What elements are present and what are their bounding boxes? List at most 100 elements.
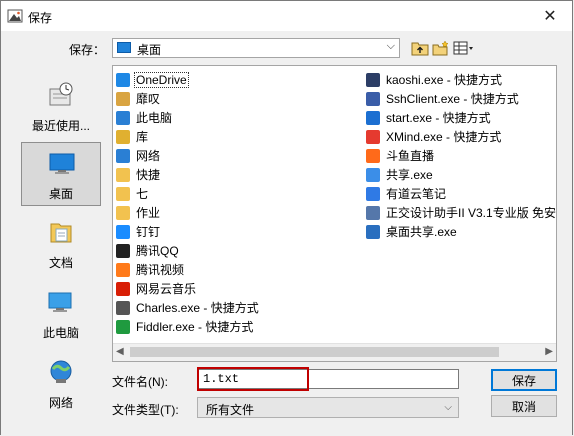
cancel-button[interactable]: 取消	[491, 395, 557, 417]
place-label: 桌面	[48, 187, 73, 201]
qq-icon	[116, 243, 130, 258]
window-title: 保存	[28, 11, 53, 25]
file-name: 网易云音乐	[136, 282, 197, 296]
scrollbar-thumb[interactable]	[130, 347, 499, 357]
place-label: 文档	[48, 256, 73, 270]
save-button[interactable]: 保存	[491, 369, 557, 391]
folder-icon	[116, 205, 130, 220]
file-name: 有道云笔记	[386, 187, 447, 201]
file-name: SshClient.exe - 快捷方式	[386, 92, 519, 106]
folder-icon	[116, 186, 130, 201]
file-list-column: OneDrive 靡叹此电脑库网络快捷七作业钉钉腾讯QQ 腾讯视频网易云音乐 Char…	[116, 70, 260, 336]
look-in-label: 保存：	[69, 43, 106, 57]
look-in-combobox[interactable]: 桌面 ⌵	[112, 38, 400, 58]
file-list[interactable]: OneDrive 靡叹此电脑库网络快捷七作业钉钉腾讯QQ 腾讯视频网易云音乐 Char…	[112, 65, 557, 362]
file-name: kaoshi.exe - 快捷方式	[386, 73, 503, 87]
view-menu-button[interactable]	[452, 38, 476, 58]
file-name: 桌面共享.exe	[386, 225, 457, 239]
file-name: Fiddler.exe - 快捷方式	[136, 320, 254, 334]
look-in-value: 桌面	[137, 43, 162, 57]
file-item[interactable]: 斗鱼直播	[366, 146, 556, 165]
file-item[interactable]: 有道云笔记	[366, 184, 556, 203]
tencent-video-icon	[116, 262, 130, 277]
file-name: 正交设计助手II V3.1专业版 免安	[386, 206, 557, 220]
file-name: XMind.exe - 快捷方式	[386, 130, 502, 144]
scroll-right-icon[interactable]: ▶	[545, 346, 553, 357]
place-this-pc[interactable]: 此电脑	[21, 282, 101, 346]
up-folder-icon	[411, 42, 429, 56]
file-item[interactable]: 网易云音乐	[116, 279, 260, 298]
start-icon	[366, 110, 380, 125]
file-name: start.exe - 快捷方式	[386, 111, 491, 125]
network-icon	[116, 148, 130, 163]
file-type-combobox[interactable]: 所有文件 ⌵	[197, 397, 459, 418]
library-icon	[116, 129, 130, 144]
file-item[interactable]: SshClient.exe - 快捷方式	[366, 89, 556, 108]
chevron-down-icon: ⌵	[444, 402, 452, 413]
file-name: Charles.exe - 快捷方式	[136, 301, 259, 315]
file-type-value: 所有文件	[206, 403, 255, 417]
file-name: 钉钉	[136, 225, 161, 239]
file-item[interactable]: 库	[116, 127, 260, 146]
file-name: 此电脑	[136, 111, 173, 125]
douyu-icon	[366, 148, 380, 163]
file-name: 库	[136, 130, 149, 144]
desktop-icon	[49, 153, 75, 174]
charles-icon	[116, 300, 130, 315]
file-item[interactable]: 共享.exe	[366, 165, 556, 184]
file-item[interactable]: 桌面共享.exe	[366, 222, 556, 241]
file-name: 快捷	[136, 168, 161, 182]
file-item[interactable]: XMind.exe - 快捷方式	[366, 127, 556, 146]
file-item[interactable]: 七	[116, 184, 260, 203]
file-name-label: 文件名(N):	[112, 375, 168, 389]
file-name: 共享.exe	[386, 168, 433, 182]
file-item[interactable]: 靡叹	[116, 89, 260, 108]
place-documents[interactable]: 文档	[21, 212, 101, 276]
youdao-icon	[366, 186, 380, 201]
computer-icon	[116, 110, 130, 125]
place-desktop[interactable]: 桌面	[21, 142, 101, 206]
dialog-body: 保存： 桌面 ⌵ 最近使用... 桌面 文档 此电脑 网络 OneDrive 靡…	[1, 31, 572, 436]
file-item[interactable]: 网络	[116, 146, 260, 165]
place-label: 网络	[48, 396, 73, 410]
file-name: 作业	[136, 206, 161, 220]
file-item[interactable]: Fiddler.exe - 快捷方式	[116, 317, 260, 336]
place-label: 最近使用...	[31, 119, 90, 133]
place-label: 此电脑	[42, 326, 79, 340]
app-icon	[366, 205, 380, 220]
places-bar: 最近使用... 桌面 文档 此电脑 网络	[13, 71, 105, 431]
app-icon	[7, 9, 23, 23]
file-item[interactable]: 正交设计助手II V3.1专业版 免安	[366, 203, 557, 222]
app-icon	[366, 72, 380, 87]
new-folder-icon	[432, 40, 449, 56]
file-name: 网络	[136, 149, 161, 163]
file-item[interactable]: 快捷	[116, 165, 260, 184]
fiddler-icon	[116, 319, 130, 334]
place-network[interactable]: 网络	[21, 352, 101, 416]
file-name: OneDrive	[134, 71, 189, 88]
view-list-icon	[453, 41, 473, 55]
file-item[interactable]: OneDrive	[116, 70, 260, 89]
file-name: 腾讯QQ	[136, 244, 179, 258]
file-item[interactable]: kaoshi.exe - 快捷方式	[366, 70, 556, 89]
file-item[interactable]: Charles.exe - 快捷方式	[116, 298, 260, 317]
horizontal-scrollbar[interactable]: ◀ ▶	[113, 343, 556, 361]
file-item[interactable]: 此电脑	[116, 108, 260, 127]
place-recent[interactable]: 最近使用...	[21, 75, 101, 139]
file-item[interactable]: 钉钉	[116, 222, 260, 241]
file-name: 七	[136, 187, 149, 201]
share-icon	[366, 167, 380, 182]
file-name: 靡叹	[136, 92, 161, 106]
file-type-label: 文件类型(T):	[112, 403, 179, 417]
file-name: 腾讯视频	[136, 263, 185, 277]
file-item[interactable]: 作业	[116, 203, 260, 222]
file-item[interactable]: start.exe - 快捷方式	[366, 108, 556, 127]
up-one-level-button[interactable]	[410, 38, 430, 58]
close-button[interactable]: ✕	[528, 1, 572, 31]
documents-icon	[50, 223, 72, 243]
folder-icon	[116, 167, 130, 182]
new-folder-button[interactable]	[431, 38, 451, 58]
file-item[interactable]: 腾讯QQ	[116, 241, 260, 260]
file-item[interactable]: 腾讯视频	[116, 260, 260, 279]
scroll-left-icon[interactable]: ◀	[116, 346, 124, 357]
